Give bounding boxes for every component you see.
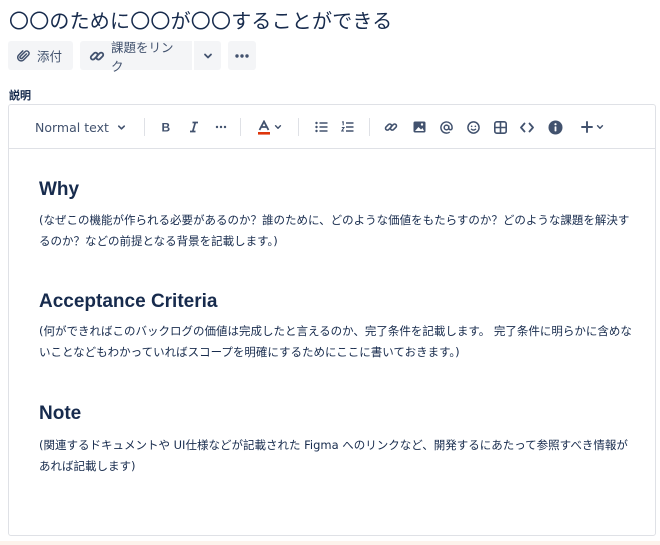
section-body-note: (関連するドキュメントや UI仕様などが記載された Figma へのリンクなど、… — [39, 438, 628, 473]
description-editor[interactable]: Normal text B Why (なぜこの機能が作られる必要があるのか？誰の… — [8, 104, 656, 536]
info-panel-button[interactable] — [546, 105, 564, 149]
bullet-list-button[interactable] — [313, 105, 329, 149]
section-body-why: (なぜこの機能が作られる必要があるのか？誰のために、どのような価値をもたらすのか… — [39, 213, 630, 248]
editor-toolbar: Normal text B — [9, 105, 655, 149]
link-issue-button[interactable]: 課題をリンク — [80, 40, 192, 74]
bold-button[interactable]: B — [157, 105, 175, 149]
section-body-acceptance-criteria: (何ができればこのバックログの価値は完成したと言えるのか、完了条件を記載します。… — [39, 324, 632, 359]
emoji-button[interactable] — [464, 105, 482, 149]
bullet-list-icon — [314, 121, 328, 133]
bottom-divider — [0, 541, 660, 545]
attach-label: 添付 — [37, 49, 63, 64]
chevron-down-icon — [274, 123, 282, 131]
more-formatting-button[interactable] — [213, 105, 229, 149]
code-icon — [520, 122, 534, 133]
more-formatting-icon — [215, 125, 227, 129]
numbered-list-button[interactable] — [339, 105, 355, 149]
table-icon — [493, 120, 507, 134]
link-icon — [384, 120, 398, 134]
more-actions-button[interactable] — [228, 41, 256, 70]
image-icon — [413, 121, 426, 133]
section-heading-note: Note — [39, 403, 82, 424]
info-icon — [548, 120, 563, 135]
attach-button[interactable]: 添付 — [8, 41, 73, 70]
chevron-down-icon — [117, 123, 126, 132]
text-style-dropdown[interactable]: Normal text — [35, 105, 126, 149]
insert-icon — [580, 121, 593, 133]
link-issue-dropdown[interactable] — [194, 41, 221, 70]
text-color-icon — [257, 119, 271, 135]
insert-image-button[interactable] — [410, 105, 428, 149]
table-button[interactable] — [491, 105, 509, 149]
mention-icon — [439, 120, 453, 134]
code-button[interactable] — [518, 105, 536, 149]
toolbar-divider — [369, 118, 370, 136]
text-style-label: Normal text — [35, 119, 109, 135]
insert-link-button[interactable] — [382, 105, 400, 149]
description-label: 説明 — [9, 89, 31, 102]
svg-text:B: B — [162, 121, 171, 133]
insert-menu-button[interactable] — [576, 105, 608, 149]
italic-icon — [188, 121, 200, 133]
link-issue-group: 課題をリンク — [80, 40, 221, 74]
numbered-list-icon — [340, 121, 354, 133]
link-issue-label: 課題をリンク — [111, 39, 174, 74]
mention-button[interactable] — [437, 105, 455, 149]
link-icon — [89, 48, 105, 64]
issue-title[interactable]: 〇〇のために〇〇が〇〇することができる — [9, 5, 392, 34]
text-color-button[interactable] — [253, 105, 285, 149]
issue-actions: 添付 課題をリンク — [8, 40, 256, 74]
toolbar-divider — [240, 118, 241, 136]
italic-button[interactable] — [185, 105, 203, 149]
toolbar-divider — [298, 118, 299, 136]
toolbar-divider — [144, 118, 145, 136]
chevron-down-icon — [203, 51, 213, 61]
more-icon — [234, 53, 250, 59]
emoji-icon — [466, 120, 480, 134]
chevron-down-icon — [596, 123, 604, 131]
bold-icon: B — [160, 121, 172, 133]
paperclip-icon — [17, 49, 31, 63]
section-heading-acceptance-criteria: Acceptance Criteria — [39, 291, 218, 312]
section-heading-why: Why — [39, 179, 80, 200]
